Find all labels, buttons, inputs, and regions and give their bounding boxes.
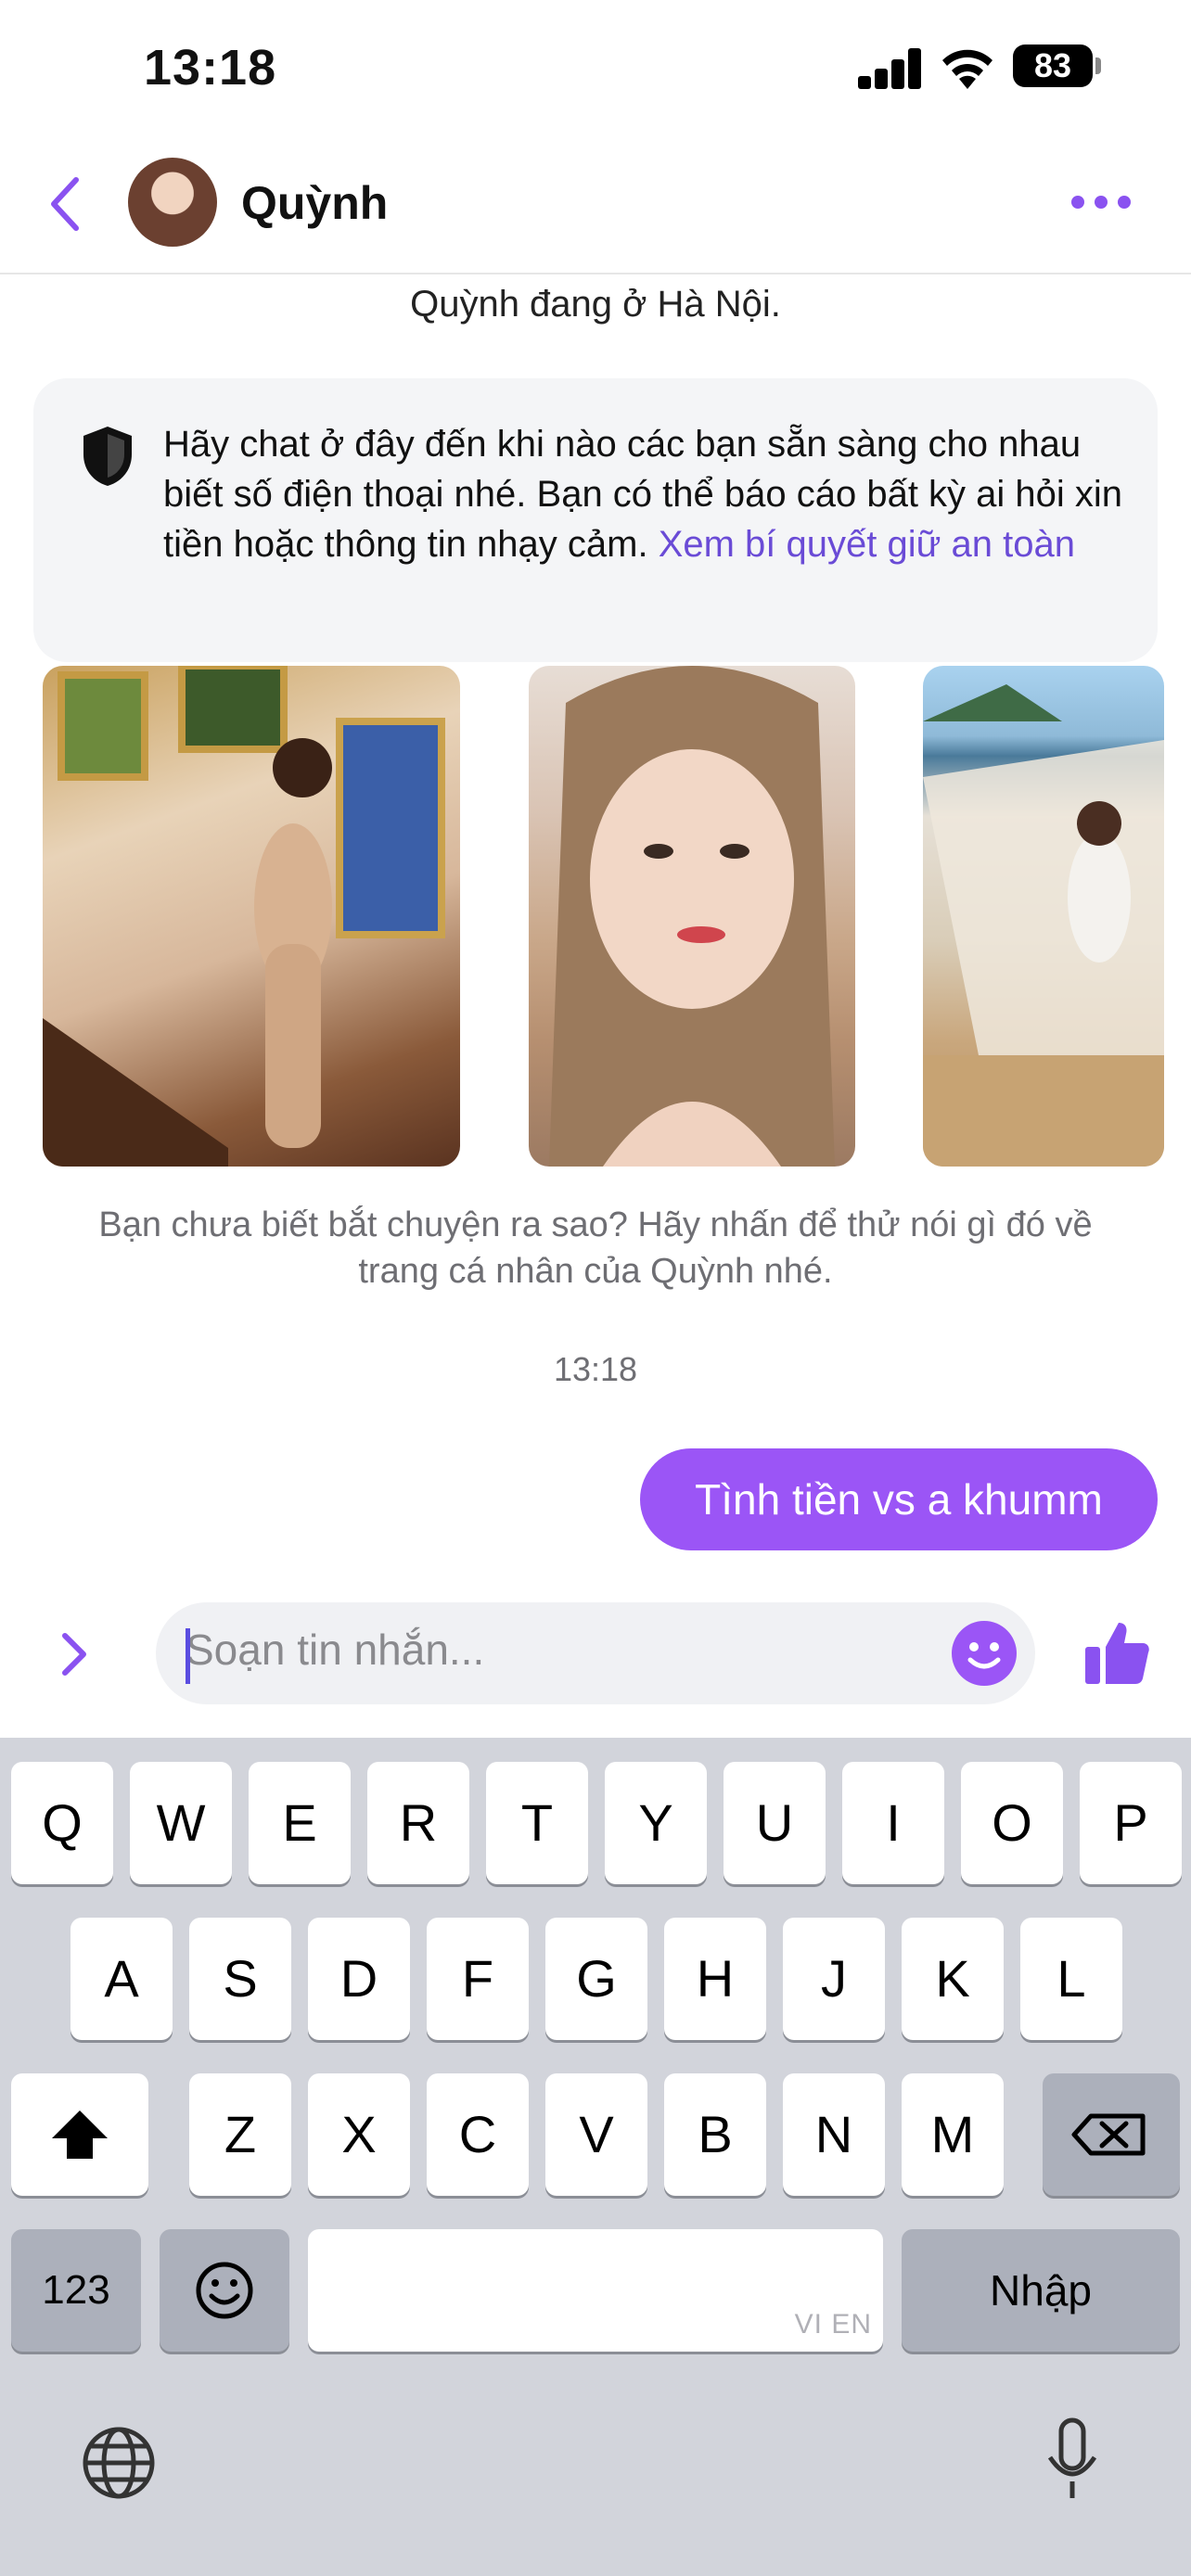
photo-3-illustration bbox=[923, 684, 1164, 1167]
emoji-button[interactable] bbox=[952, 1621, 1017, 1686]
battery-indicator: 83 bbox=[1013, 45, 1093, 87]
key-g[interactable]: G bbox=[545, 1918, 647, 2040]
key-n[interactable]: N bbox=[783, 2073, 885, 2196]
shift-key[interactable] bbox=[11, 2073, 148, 2196]
battery-tip bbox=[1095, 57, 1101, 74]
smiley-icon bbox=[967, 1642, 1001, 1669]
contact-avatar[interactable] bbox=[128, 158, 217, 247]
key-z[interactable]: Z bbox=[189, 2073, 291, 2196]
wifi-icon bbox=[939, 45, 996, 94]
space-language-hint: VI EN bbox=[794, 2309, 872, 2340]
key-o[interactable]: O bbox=[961, 1762, 1063, 1884]
key-a[interactable]: A bbox=[70, 1918, 173, 2040]
backspace-icon bbox=[1071, 2113, 1146, 2156]
emoji-keyboard-key[interactable] bbox=[160, 2229, 289, 2352]
status-time: 13:18 bbox=[144, 40, 277, 96]
safety-tips-link[interactable]: Xem bí quyết giữ an toàn bbox=[659, 524, 1075, 565]
key-p[interactable]: P bbox=[1080, 1762, 1182, 1884]
space-key[interactable]: VI EN bbox=[308, 2229, 883, 2352]
key-x[interactable]: X bbox=[308, 2073, 410, 2196]
text-caret bbox=[186, 1628, 190, 1684]
icebreaker-prompt[interactable]: Bạn chưa biết bắt chuyện ra sao? Hãy nhấ… bbox=[56, 1202, 1135, 1294]
shield-icon bbox=[78, 423, 137, 494]
key-b[interactable]: B bbox=[664, 2073, 766, 2196]
numbers-key[interactable]: 123 bbox=[11, 2229, 141, 2352]
backspace-key[interactable] bbox=[1043, 2073, 1180, 2196]
more-options-icon[interactable] bbox=[1069, 193, 1133, 216]
cellular-signal-icon bbox=[858, 46, 921, 89]
key-r[interactable]: R bbox=[367, 1762, 469, 1884]
safety-notice-text: Hãy chat ở đây đến khi nào các bạn sẵn s… bbox=[163, 419, 1128, 569]
shift-arrow-icon bbox=[52, 2111, 108, 2159]
message-input-placeholder[interactable]: Soạn tin nhắn... bbox=[186, 1625, 484, 1675]
thumbs-up-icon[interactable] bbox=[1082, 1617, 1152, 1692]
key-y[interactable]: Y bbox=[605, 1762, 707, 1884]
keyboard-smiley-icon bbox=[196, 2262, 253, 2319]
key-j[interactable]: J bbox=[783, 1918, 885, 2040]
profile-photo-1[interactable] bbox=[43, 666, 460, 1167]
key-d[interactable]: D bbox=[308, 1918, 410, 2040]
sent-message-bubble[interactable]: Tình tiền vs a khumm bbox=[640, 1448, 1158, 1550]
key-e[interactable]: E bbox=[249, 1762, 351, 1884]
key-f[interactable]: F bbox=[427, 1918, 529, 2040]
key-k[interactable]: K bbox=[902, 1918, 1004, 2040]
photo-1-illustration bbox=[43, 666, 445, 1167]
key-l[interactable]: L bbox=[1020, 1918, 1122, 2040]
key-v[interactable]: V bbox=[545, 2073, 647, 2196]
key-h[interactable]: H bbox=[664, 1918, 766, 2040]
globe-icon[interactable] bbox=[80, 2424, 158, 2506]
microphone-icon[interactable] bbox=[1043, 2417, 1102, 2506]
expand-chevron-icon[interactable] bbox=[56, 1628, 93, 1685]
profile-photo-2[interactable] bbox=[529, 666, 855, 1167]
key-w[interactable]: W bbox=[130, 1762, 232, 1884]
key-t[interactable]: T bbox=[486, 1762, 588, 1884]
key-s[interactable]: S bbox=[189, 1918, 291, 2040]
key-i[interactable]: I bbox=[842, 1762, 944, 1884]
return-key[interactable]: Nhập bbox=[902, 2229, 1180, 2352]
location-text: Quỳnh đang ở Hà Nội. bbox=[410, 284, 781, 325]
profile-photo-3[interactable] bbox=[923, 666, 1164, 1167]
key-q[interactable]: Q bbox=[11, 1762, 113, 1884]
back-chevron-icon[interactable] bbox=[45, 174, 85, 238]
photo-2-illustration bbox=[549, 666, 835, 1167]
contact-name[interactable]: Quỳnh bbox=[241, 176, 388, 230]
message-timestamp: 13:18 bbox=[553, 1350, 638, 1388]
key-m[interactable]: M bbox=[902, 2073, 1004, 2196]
key-u[interactable]: U bbox=[724, 1762, 826, 1884]
key-c[interactable]: C bbox=[427, 2073, 529, 2196]
